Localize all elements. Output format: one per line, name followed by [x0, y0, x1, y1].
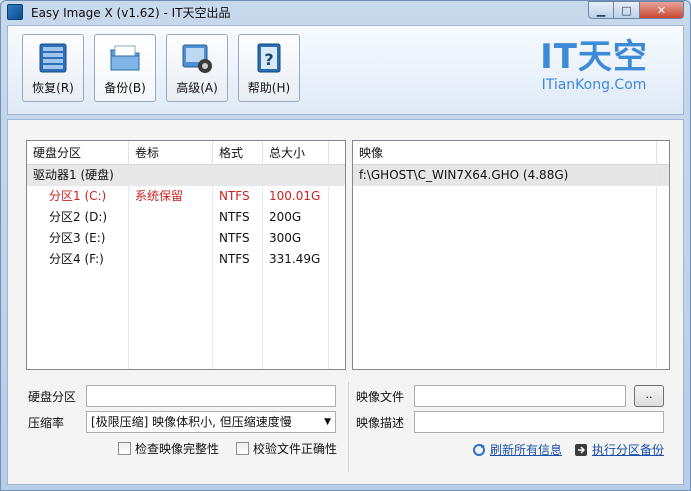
image-list-header: 映像 [353, 141, 669, 165]
partition-name: 分区1 (C:) [27, 186, 129, 207]
table-row[interactable]: 分区1 (C:) 系统保留 NTFS 100.01G [27, 186, 345, 207]
image-file-field[interactable] [414, 385, 626, 407]
table-row[interactable]: 分区4 (F:) NTFS 331.49G [27, 249, 345, 270]
partition-format: NTFS [213, 249, 263, 270]
partition-volume-label: 系统保留 [129, 186, 213, 207]
minimize-button[interactable]: ▁ [588, 1, 614, 19]
drive-group-label: 驱动器1 (硬盘) [27, 165, 129, 186]
title-bar: Easy Image X (v1.62) - IT天空出品 ▁ □ ✕ [1, 1, 690, 23]
help-book-icon: ? [257, 43, 281, 73]
partition-size: 100.01G [263, 186, 329, 207]
partition-format: NTFS [213, 186, 263, 207]
backup-button[interactable]: 备份(B) [94, 34, 156, 102]
logo-sub-text: ITianKong.Com [541, 77, 647, 93]
maximize-button[interactable]: □ [614, 1, 640, 19]
help-button[interactable]: ? 帮助(H) [238, 34, 300, 102]
partition-size: 300G [263, 228, 329, 249]
partition-list[interactable]: 硬盘分区 卷标 格式 总大小 驱动器1 (硬盘) 分区1 (C:) 系统保留 N… [26, 140, 346, 370]
column-volume-label[interactable]: 卷标 [129, 141, 213, 165]
verify-files-checkbox[interactable]: 校验文件正确性 [236, 440, 337, 457]
help-label: 帮助(H) [247, 81, 291, 95]
partition-volume-label [129, 228, 213, 249]
execute-backup-link[interactable]: 执行分区备份 [574, 441, 664, 458]
drive-group-row[interactable]: 驱动器1 (硬盘) [27, 165, 345, 186]
brand-logo: IT天空 ITianKong.Com [519, 38, 669, 106]
form-divider [348, 382, 349, 472]
partition-volume-label [129, 249, 213, 270]
table-row[interactable]: 分区3 (E:) NTFS 300G [27, 228, 345, 249]
empty-cell [353, 186, 657, 368]
restore-label: 恢复(R) [32, 81, 74, 95]
execute-icon [575, 443, 587, 456]
partition-format: NTFS [213, 228, 263, 249]
column-partition[interactable]: 硬盘分区 [27, 141, 129, 165]
column-size[interactable]: 总大小 [263, 141, 329, 165]
partition-list-header: 硬盘分区 卷标 格式 总大小 [27, 141, 345, 165]
check-integrity-checkbox[interactable]: 检查映像完整性 [118, 440, 219, 457]
empty-cell [263, 270, 329, 369]
backup-folder-icon [110, 45, 140, 71]
partition-volume-label [129, 207, 213, 228]
compression-value: [极限压缩] 映像体积小, 但压缩速度慢 [91, 415, 292, 429]
list-empty-area [27, 270, 345, 369]
image-file-label: 映像文件 [356, 390, 405, 404]
restore-button[interactable]: 恢复(R) [22, 34, 84, 102]
partition-name: 分区2 (D:) [27, 207, 129, 228]
partition-size: 200G [263, 207, 329, 228]
list-item[interactable]: f:\GHOST\C_WIN7X64.GHO (4.88G) [353, 165, 669, 186]
empty-cell [263, 165, 329, 186]
execute-backup-label: 执行分区备份 [592, 443, 665, 457]
empty-cell [213, 270, 263, 369]
refresh-link[interactable]: 刷新所有信息 [472, 441, 562, 458]
window-controls: ▁ □ ✕ [588, 1, 684, 19]
browse-button[interactable]: .. [634, 385, 664, 407]
backup-label: 备份(B) [104, 81, 146, 95]
toolbar: 恢复(R) 备份(B) 高级(A) ? 帮助(H) IT天空 ITianKong… [7, 25, 684, 115]
image-desc-field[interactable] [414, 411, 664, 433]
compression-select[interactable]: [极限压缩] 映像体积小, 但压缩速度慢 ▼ [86, 411, 336, 433]
column-image[interactable]: 映像 [353, 141, 657, 165]
advanced-label: 高级(A) [176, 81, 218, 95]
main-panel: 硬盘分区 卷标 格式 总大小 驱动器1 (硬盘) 分区1 (C:) 系统保留 N… [7, 119, 684, 485]
app-window: Easy Image X (v1.62) - IT天空出品 ▁ □ ✕ 恢复(R… [0, 0, 691, 491]
partition-field-label: 硬盘分区 [28, 390, 77, 404]
restore-grid-icon [39, 43, 67, 73]
logo-main-text: IT天空 [540, 37, 648, 77]
empty-cell [129, 165, 213, 186]
partition-name: 分区3 (E:) [27, 228, 129, 249]
compression-label: 压缩率 [28, 416, 65, 430]
partition-format: NTFS [213, 207, 263, 228]
advanced-button[interactable]: 高级(A) [166, 34, 228, 102]
image-path: f:\GHOST\C_WIN7X64.GHO (4.88G) [353, 165, 657, 186]
list-empty-area [353, 186, 669, 368]
empty-cell [129, 270, 213, 369]
svg-text:?: ? [264, 50, 273, 69]
partition-field[interactable] [86, 385, 336, 407]
partition-name: 分区4 (F:) [27, 249, 129, 270]
refresh-icon [473, 443, 485, 456]
empty-cell [27, 270, 129, 369]
advanced-gear-icon [182, 44, 212, 73]
column-format[interactable]: 格式 [213, 141, 263, 165]
close-button[interactable]: ✕ [640, 1, 684, 19]
app-icon [7, 4, 23, 20]
refresh-link-label: 刷新所有信息 [490, 443, 563, 457]
window-title: Easy Image X (v1.62) - IT天空出品 [31, 5, 231, 20]
image-desc-label: 映像描述 [356, 416, 405, 430]
checkbox-box[interactable] [118, 442, 131, 455]
image-list[interactable]: 映像 f:\GHOST\C_WIN7X64.GHO (4.88G) [352, 140, 670, 370]
dropdown-arrow-icon: ▼ [324, 417, 331, 427]
verify-files-label: 校验文件正确性 [253, 442, 338, 456]
partition-size: 331.49G [263, 249, 329, 270]
empty-cell [213, 165, 263, 186]
checkbox-box[interactable] [236, 442, 249, 455]
check-integrity-label: 检查映像完整性 [135, 442, 220, 456]
table-row[interactable]: 分区2 (D:) NTFS 200G [27, 207, 345, 228]
